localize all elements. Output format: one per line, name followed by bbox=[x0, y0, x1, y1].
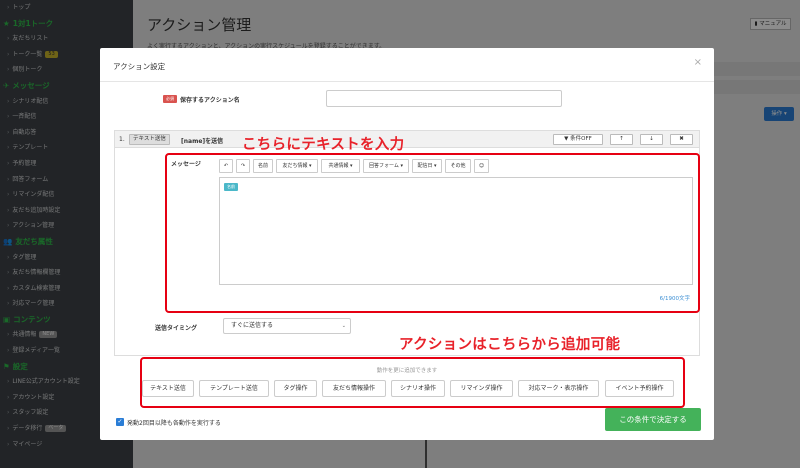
modal-title: アクション設定 bbox=[113, 62, 166, 71]
add-action-button[interactable]: テンプレート送信 bbox=[199, 380, 269, 397]
repeat-label: 発動2回目以降も各動作を実行する bbox=[127, 420, 221, 427]
move-up-button[interactable]: ↑ bbox=[610, 134, 633, 145]
emoji-button[interactable]: ☺ bbox=[474, 159, 489, 173]
add-action-button[interactable]: 友だち情報操作 bbox=[322, 380, 386, 397]
annotation-text-input: こちらにテキストを入力 bbox=[242, 137, 405, 153]
answer-form-dropdown[interactable]: 回答フォーム ▾ bbox=[363, 159, 409, 173]
message-label: メッセージ bbox=[171, 161, 201, 168]
condition-toggle-label: 条件OFF bbox=[570, 136, 592, 142]
add-action-button[interactable]: テキスト送信 bbox=[142, 380, 194, 397]
redo-button[interactable]: ↷ bbox=[236, 159, 250, 173]
chevron-down-icon: ⌄ bbox=[341, 323, 346, 329]
send-timing-label: 送信タイミング bbox=[155, 325, 198, 332]
add-action-button[interactable]: リマインダ操作 bbox=[450, 380, 513, 397]
char-count: 6/1900文字 bbox=[659, 296, 690, 302]
add-action-button[interactable]: シナリオ操作 bbox=[391, 380, 445, 397]
delete-action-button[interactable]: ✖ bbox=[670, 134, 693, 145]
add-action-button[interactable]: タグ操作 bbox=[274, 380, 317, 397]
move-down-button[interactable]: ↓ bbox=[640, 134, 663, 145]
add-action-button[interactable]: 対応マーク・表示操作 bbox=[518, 380, 599, 397]
add-action-hint: 動作を更に追加できます bbox=[376, 368, 438, 374]
condition-toggle-button[interactable]: ▼ 条件OFF bbox=[553, 134, 603, 145]
insert-name-button[interactable]: 名前 bbox=[253, 159, 273, 173]
annotation-add-actions: アクションはこちらから追加可能 bbox=[399, 337, 621, 353]
name-variable-chip[interactable]: 名前 bbox=[224, 183, 238, 191]
required-badge: 必須 bbox=[163, 95, 177, 103]
action-type-chip: テキスト送信 bbox=[129, 134, 170, 145]
message-editor[interactable]: 名前 bbox=[219, 177, 693, 285]
close-icon[interactable]: × bbox=[694, 57, 702, 68]
other-button[interactable]: その他 bbox=[445, 159, 471, 173]
filter-icon: ▼ bbox=[564, 136, 569, 142]
add-action-button[interactable]: イベント予約操作 bbox=[605, 380, 674, 397]
common-info-dropdown[interactable]: 共通情報 ▾ bbox=[321, 159, 360, 173]
action-name-input[interactable] bbox=[326, 90, 562, 107]
submit-button[interactable]: この条件で決定する bbox=[605, 408, 701, 431]
modal-header: アクション設定 × bbox=[100, 48, 714, 82]
action-title: [name]を送信 bbox=[181, 138, 224, 145]
action-panel: 1. テキスト送信 [name]を送信 ▼ 条件OFF ↑ ↓ ✖ こちらにテキ… bbox=[114, 130, 700, 356]
action-header: 1. テキスト送信 [name]を送信 ▼ 条件OFF ↑ ↓ ✖ bbox=[115, 131, 699, 148]
send-timing-value: すぐに送信する bbox=[231, 322, 274, 329]
undo-button[interactable]: ↶ bbox=[219, 159, 233, 173]
repeat-checkbox[interactable]: ✓ bbox=[116, 418, 124, 426]
delivery-date-dropdown[interactable]: 配信日 ▾ bbox=[412, 159, 442, 173]
action-settings-modal: アクション設定 × 必須 保存するアクション名 1. テキスト送信 [name]… bbox=[100, 48, 714, 440]
friend-info-dropdown[interactable]: 友だち情報 ▾ bbox=[276, 159, 318, 173]
action-number: 1. bbox=[119, 136, 125, 143]
action-name-label: 保存するアクション名 bbox=[180, 97, 240, 104]
send-timing-select[interactable]: すぐに送信する ⌄ bbox=[223, 318, 351, 334]
